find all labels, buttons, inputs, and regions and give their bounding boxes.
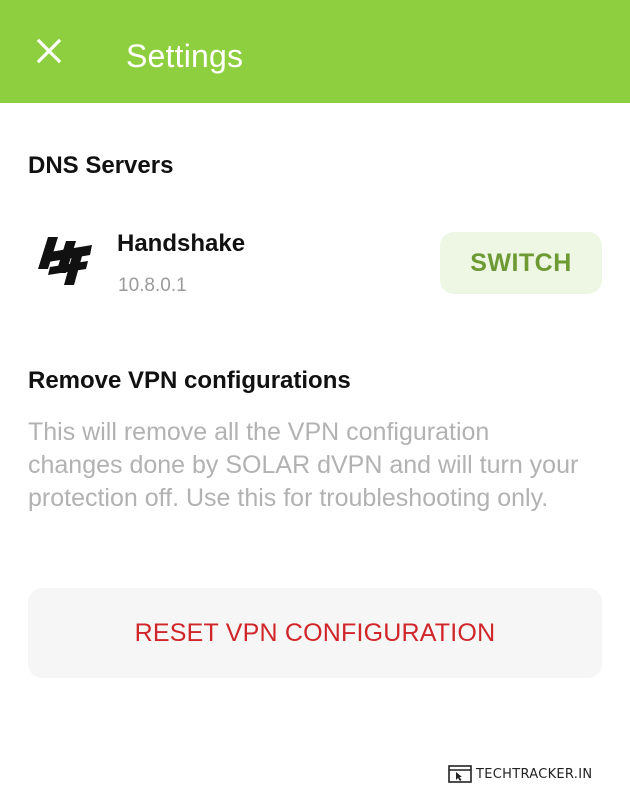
watermark: TECHTRACKER.IN — [448, 762, 592, 786]
dns-servers-heading: DNS Servers — [28, 152, 174, 179]
browser-cursor-icon — [448, 765, 472, 783]
close-button[interactable] — [28, 30, 70, 72]
dns-server-address: 10.8.0.1 — [118, 275, 187, 296]
handshake-logo-icon — [36, 233, 96, 289]
close-icon — [36, 38, 62, 64]
remove-vpn-heading: Remove VPN configurations — [28, 367, 351, 394]
watermark-text: TECHTRACKER.IN — [476, 766, 593, 782]
app-bar: Settings — [0, 0, 630, 103]
remove-vpn-description: This will remove all the VPN configurati… — [28, 418, 579, 512]
switch-dns-button[interactable]: SWITCH — [440, 232, 602, 294]
page-title: Settings — [126, 38, 244, 74]
dns-server-name: Handshake — [117, 230, 246, 257]
reset-vpn-configuration-button[interactable]: RESET VPN CONFIGURATION — [28, 588, 602, 678]
